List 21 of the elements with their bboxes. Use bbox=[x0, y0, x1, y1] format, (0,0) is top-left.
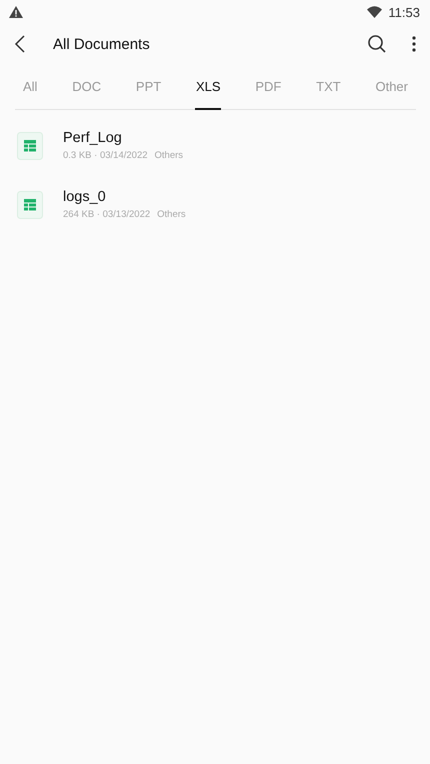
tab[interactable]: Other bbox=[367, 64, 416, 109]
tab[interactable]: PPT bbox=[128, 64, 170, 109]
more-options-icon[interactable] bbox=[412, 36, 416, 52]
search-icon[interactable] bbox=[367, 34, 387, 54]
tab[interactable]: All bbox=[15, 64, 46, 109]
clock: 11:53 bbox=[388, 4, 420, 20]
spreadsheet-icon bbox=[17, 190, 43, 218]
spreadsheet-icon bbox=[17, 132, 43, 160]
tab[interactable]: XLS bbox=[188, 64, 229, 109]
tab[interactable]: TXT bbox=[308, 64, 349, 109]
file-folder: Others bbox=[154, 150, 184, 161]
file-name[interactable]: logs_0 bbox=[63, 189, 186, 205]
file-folder: Others bbox=[157, 209, 186, 220]
warning-icon bbox=[9, 6, 23, 18]
file-details: 264 KB · 03/13/2022 bbox=[63, 209, 150, 220]
page-title: All Documents bbox=[53, 36, 151, 52]
wifi-icon bbox=[367, 6, 382, 18]
tab[interactable]: PDF bbox=[247, 64, 290, 109]
file-details: 0.3 KB · 03/14/2022 bbox=[63, 150, 148, 161]
tab[interactable]: DOC bbox=[64, 64, 110, 109]
file-name[interactable]: Perf_Log bbox=[63, 130, 184, 146]
